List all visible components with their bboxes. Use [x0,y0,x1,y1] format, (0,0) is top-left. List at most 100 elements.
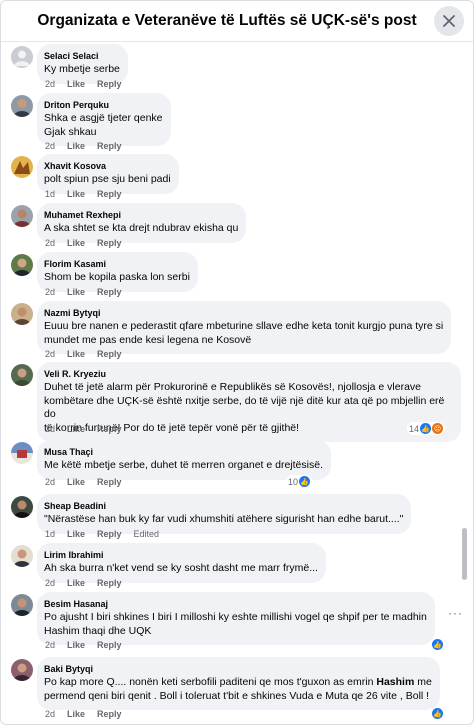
comment-bubble: Muhamet Rexhepi A ska shtet se kta drejt… [37,203,247,243]
like-button[interactable]: Like [67,238,85,248]
comment-actions: 2d Like Reply [45,709,122,719]
comment-actions: 1d Like Reply Edited [45,529,159,539]
comment-author[interactable]: Sheap Beadini [44,500,403,512]
reply-button[interactable]: Reply [97,287,122,297]
comment-time: 2d [45,477,56,487]
like-button[interactable]: Like [67,709,85,719]
like-button[interactable]: Like [67,477,85,487]
comment-text-part: Po kap more Q.... nonën keti serbofili p… [44,676,377,688]
like-button[interactable]: Like [67,287,85,297]
comment-text: Shka e asgjë tjeter qenke Gjak shkau [44,112,163,138]
comment-text: Po kap more Q.... nonën keti serbofili p… [44,676,432,703]
comment-time: 2d [45,349,56,359]
comment-author[interactable]: Nazmi Bytyqi [44,307,443,319]
comment-text: Shom be kopila paska lon serbi [44,271,190,283]
comment-author[interactable]: Veli R. Kryeziu [44,368,453,380]
comment-author[interactable]: Besim Hasanaj [44,598,427,610]
comment-actions: 2d Like Reply [45,349,122,359]
comment-bubble: Xhavit Kosova polt spiun pse sju beni pa… [37,154,179,194]
comment-actions: 2d Like Reply [45,640,122,650]
comment-text: A ska shtet se kta drejt ndubrav ekisha … [44,222,239,234]
comment-author[interactable]: Musa Thaçi [44,446,323,458]
reply-button[interactable]: Reply [97,709,122,719]
avatar[interactable] [11,156,33,178]
avatar[interactable] [11,46,33,68]
close-button[interactable] [434,6,464,36]
comment-text: Po ajusht I biri shkines I biri I millos… [44,611,427,637]
avatar[interactable] [11,303,33,325]
reply-button[interactable]: Reply [97,578,122,588]
close-icon [443,15,455,27]
avatar[interactable] [11,659,33,681]
thumbs-up-icon: 👍 [432,708,443,719]
comment-bubble: Sheap Beadini "Nërastëse han buk ky far … [37,494,412,534]
comment-actions: 2d Like Reply [45,477,122,487]
like-button[interactable]: Like [67,640,85,650]
reaction-count: 10 [288,476,299,487]
reaction-count: 14 [409,423,420,434]
thumbs-up-icon: 👍 [420,423,432,434]
edited-label: Edited [133,529,160,539]
avatar[interactable] [11,545,33,567]
comment-author[interactable]: Driton Perquku [44,99,163,111]
comment-time: 2d [45,709,56,719]
like-button[interactable]: Like [67,141,85,151]
comment-text: Me këtë mbetje serbe, duhet të merren or… [44,459,323,471]
comment-bubble: Selaci Selaci Ky mbetje serbe [37,44,128,84]
comment-text: Euuu bre nanen e pederastit qfare mbetur… [44,320,444,346]
comment-author[interactable]: Baki Bytyqi [44,663,432,675]
reply-button[interactable]: Reply [97,79,122,89]
comment-text: Ah ska burra n'ket vend se ky sosht dash… [44,562,318,574]
avatar[interactable] [11,496,33,518]
reaction-summary[interactable]: 10 👍 [286,475,313,488]
more-options-icon[interactable]: ··· [448,606,463,620]
comment-author[interactable]: Florim Kasami [44,258,190,270]
avatar[interactable] [11,442,33,464]
angry-face-icon: ☹ [432,423,444,434]
comment-bubble: Lirim Ibrahimi Ah ska burra n'ket vend s… [37,543,326,583]
avatar[interactable] [11,364,33,386]
like-button[interactable]: Like [67,189,85,199]
comment-time: 2d [45,424,56,434]
comment-author[interactable]: Muhamet Rexhepi [44,209,238,221]
comment-time: 1d [45,529,56,539]
like-button[interactable]: Like [67,349,85,359]
comment-actions: 2d Like Reply [45,141,122,151]
reaction-summary[interactable]: 14 👍 ☹ [407,422,446,435]
reply-button[interactable]: Reply [97,238,122,248]
reply-button[interactable]: Reply [97,477,122,487]
comment-time: 2d [45,640,56,650]
comment-bubble: Besim Hasanaj Po ajusht I biri shkines I… [37,592,435,645]
like-button[interactable]: Like [67,79,85,89]
comment-author[interactable]: Selaci Selaci [44,50,120,62]
comment-time: 2d [45,79,56,89]
comment-bubble: Florim Kasami Shom be kopila paska lon s… [37,252,198,292]
comment-time: 1d [45,189,56,199]
avatar[interactable] [11,594,33,616]
comments-list[interactable]: Selaci Selaci Ky mbetje serbe 2d Like Re… [1,42,473,724]
reply-button[interactable]: Reply [97,189,122,199]
reply-button[interactable]: Reply [97,424,122,434]
comment-author[interactable]: Xhavit Kosova [44,160,171,172]
scrollbar[interactable] [462,528,467,580]
reaction-summary[interactable]: 👍 [429,707,445,720]
like-button[interactable]: Like [67,529,85,539]
reply-button[interactable]: Reply [97,640,122,650]
comment-bubble: Baki Bytyqi Po kap more Q.... nonën keti… [37,657,440,710]
reply-button[interactable]: Reply [97,349,122,359]
reply-button[interactable]: Reply [97,529,122,539]
avatar[interactable] [11,95,33,117]
comment-actions: 1d Like Reply [45,189,122,199]
dialog-header: Organizata e Veteranëve të Luftës së UÇK… [1,1,473,42]
reply-button[interactable]: Reply [97,141,122,151]
comment-time: 2d [45,287,56,297]
reaction-summary[interactable]: 👍 [429,638,445,651]
avatar[interactable] [11,254,33,276]
comment-actions: 2d Like Reply [45,424,122,434]
like-button[interactable]: Like [67,578,85,588]
comment-bubble: Musa Thaçi Me këtë mbetje serbe, duhet t… [37,440,331,480]
comment-text: polt spiun pse sju beni padi [44,173,171,185]
like-button[interactable]: Like [67,424,85,434]
comment-author[interactable]: Lirim Ibrahimi [44,549,318,561]
avatar[interactable] [11,205,33,227]
